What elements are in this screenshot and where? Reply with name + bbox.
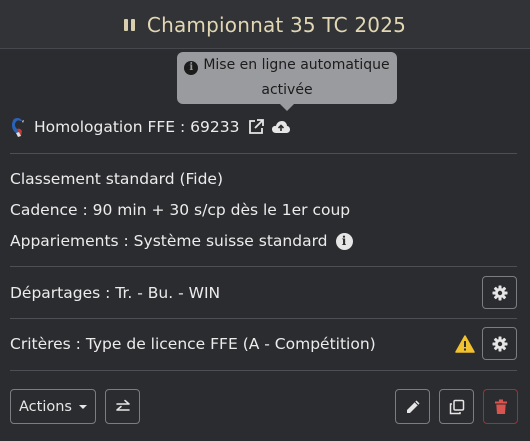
divider <box>10 153 517 154</box>
info-icon: i <box>184 61 199 75</box>
appariements-text: Appariements : Système suisse standard <box>10 232 328 250</box>
divider <box>10 318 517 319</box>
actions-dropdown-button[interactable]: Actions <box>10 389 96 424</box>
classement-text: Classement standard (Fide) <box>10 170 224 188</box>
criteres-text: Critères : Type de licence FFE (A - Comp… <box>10 335 376 353</box>
edit-button[interactable] <box>395 389 430 424</box>
duplicate-button[interactable] <box>439 389 474 424</box>
cloud-upload-icon[interactable] <box>271 119 291 135</box>
criteres-settings-button[interactable] <box>482 327 517 360</box>
gear-icon <box>492 336 507 351</box>
divider <box>10 266 517 267</box>
swap-button[interactable] <box>105 389 140 424</box>
ffe-rooster-icon <box>12 117 24 137</box>
copy-icon <box>449 399 464 414</box>
caret-down-icon <box>78 404 87 409</box>
warning-icon <box>455 335 475 353</box>
actions-label: Actions <box>19 398 72 415</box>
info-icon[interactable]: i <box>335 233 353 250</box>
pause-icon <box>123 19 135 31</box>
homologation-row: Homologation FFE : 69233 <box>10 116 291 138</box>
departages-settings-button[interactable] <box>482 276 517 309</box>
appariements-row: Appariements : Système suisse standard i <box>10 232 353 250</box>
header-bar: Championnat 35 TC 2025 <box>0 0 530 49</box>
cadence-text: Cadence : 90 min + 30 s/cp dès le 1er co… <box>10 201 351 219</box>
homologation-label: Homologation FFE : 69233 <box>34 118 240 136</box>
title-group: Championnat 35 TC 2025 <box>123 13 407 37</box>
pencil-icon <box>406 400 419 413</box>
trash-icon <box>494 399 507 414</box>
external-link-icon[interactable] <box>247 118 265 136</box>
gear-icon <box>492 285 507 300</box>
auto-publish-tooltip: i Mise en ligne automatique activée <box>177 52 397 111</box>
departages-text: Départages : Tr. - Bu. - WIN <box>10 284 221 302</box>
tooltip-text: Mise en ligne automatique activée <box>203 57 390 98</box>
swap-arrows-icon <box>115 399 130 411</box>
page-title: Championnat 35 TC 2025 <box>146 13 407 37</box>
delete-button[interactable] <box>483 389 518 424</box>
divider <box>10 370 517 371</box>
